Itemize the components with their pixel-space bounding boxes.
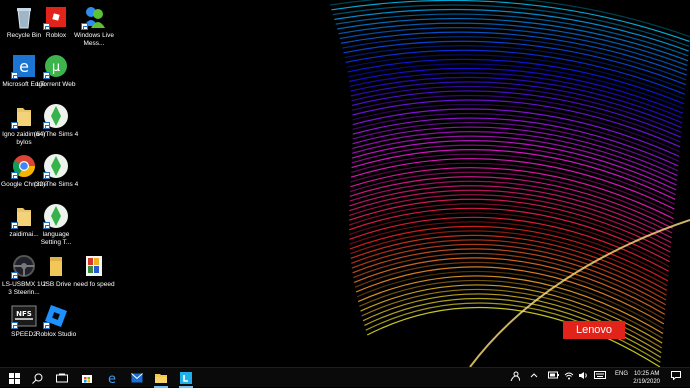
taskbar-edge-button[interactable]: e [102, 370, 122, 386]
input-language[interactable]: ENG [615, 371, 628, 377]
desktop-wallpaper [0, 0, 690, 367]
svg-text:e: e [108, 372, 116, 384]
search-button[interactable] [27, 370, 47, 386]
taskbar-launcher-button[interactable] [176, 370, 196, 388]
keyboard-icon [594, 371, 606, 379]
taskbar-mail-button[interactable] [127, 370, 147, 386]
sims4-icon [43, 153, 69, 179]
chevron-up-icon [530, 373, 538, 378]
svg-text:µ: µ [52, 60, 60, 75]
people-icon [510, 371, 521, 382]
roblox-studio-icon [43, 303, 69, 329]
file-explorer-icon [155, 374, 167, 383]
store-icon [82, 375, 92, 383]
desktop-icon-need-fo-speed[interactable]: need fo speed [70, 253, 118, 289]
start-button[interactable] [4, 370, 24, 386]
taskbar: e ENG 10:25 AM 2/19/2020 [0, 367, 690, 388]
volume-indicator[interactable] [578, 371, 588, 382]
desktop-icon-language-setting[interactable]: language Setting T... [32, 203, 80, 246]
battery-icon [548, 371, 559, 379]
edge-icon: e [108, 372, 116, 384]
svg-text:NFS: NFS [16, 310, 32, 318]
desktop-icon-label: (32)The Sims 4 [33, 181, 79, 188]
mail-icon [131, 373, 143, 383]
usb-drive-icon [43, 253, 69, 279]
desktop-icon-windows-live-messenger[interactable]: Windows Live Mess... [70, 4, 118, 47]
launcher-icon [180, 372, 192, 384]
taskbar-file-explorer-button[interactable] [151, 370, 171, 388]
desktop-icon-label: Roblox Studio [35, 331, 77, 338]
sims4-icon [43, 203, 69, 229]
sims4-icon [43, 103, 69, 129]
action-center-button[interactable] [671, 371, 681, 382]
show-hidden-icons-button[interactable] [530, 371, 538, 381]
desktop-icon-label: need fo speed [73, 281, 115, 288]
lenovo-logo: Lenovo [563, 321, 625, 339]
windows-live-messenger-icon [81, 4, 107, 30]
touch-keyboard-button[interactable] [594, 371, 606, 381]
need-for-speed-icon [81, 253, 107, 279]
roblox-icon [43, 4, 69, 30]
desktop-icon-utorrent-web[interactable]: µ uTorrent Web [32, 53, 80, 89]
desktop-icon-sims4-32[interactable]: (32)The Sims 4 [32, 153, 80, 189]
battery-indicator[interactable] [548, 371, 559, 381]
clock-date: 2/19/2020 [633, 379, 660, 385]
task-view-icon [56, 373, 68, 382]
notification-icon [671, 371, 681, 381]
desktop-icon-label: (64)The Sims 4 [33, 131, 79, 138]
windows-start-icon [8, 372, 20, 384]
desktop-icon-roblox-studio[interactable]: Roblox Studio [32, 303, 80, 339]
desktop-icon-label: Windows Live Mess... [73, 32, 115, 47]
wifi-icon [564, 372, 574, 380]
clock-time: 10:25 AM [633, 371, 660, 377]
volume-icon [579, 372, 587, 379]
utorrent-icon: µ [43, 53, 69, 79]
desktop-icon-label: language Setting T... [40, 231, 72, 246]
wifi-indicator[interactable] [564, 371, 574, 382]
task-view-button[interactable] [52, 370, 72, 386]
svg-text:e: e [19, 57, 29, 76]
taskbar-store-button[interactable] [77, 370, 97, 386]
desktop-icon-label: uTorrent Web [36, 81, 76, 88]
desktop-icon-sims4-64[interactable]: (64)The Sims 4 [32, 103, 80, 139]
taskbar-clock[interactable]: 10:25 AM 2/19/2020 [633, 370, 660, 386]
search-icon [31, 373, 42, 384]
people-button[interactable] [510, 371, 521, 383]
